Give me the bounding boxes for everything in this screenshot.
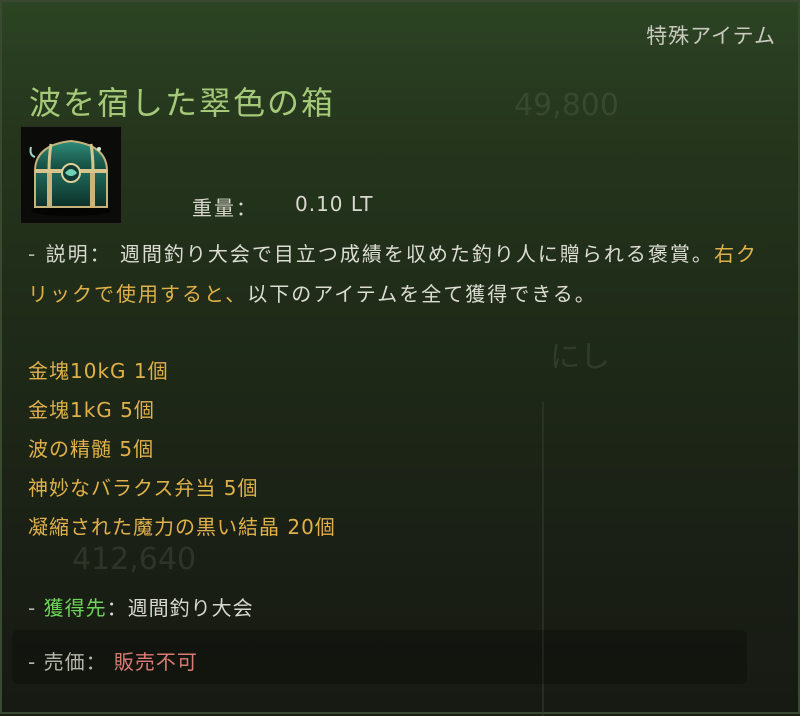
source-value: ：週間釣り大会 [106,596,254,620]
background-ghost-text: にし [550,340,610,375]
weight-value: 0.10 LT [295,192,374,216]
content-item: 凝縮された魔力の黒い結晶 20個 [28,515,336,539]
source-prefix: - [28,596,44,620]
content-item: 神妙なバラクス弁当 5個 [28,476,259,500]
source-label: 獲得先 [43,596,107,620]
weight-label: 重量： [192,196,258,220]
item-tooltip: 49,800 にし 412,640 特殊アイテム 波を宿した翠色の箱 重量： 0… [0,0,800,716]
contents-list: 金塊10kG 1個 金塊1kG 5個 波の精髄 5個 神妙なバラクス弁当 5個 … [28,352,336,547]
price-value: 販売不可 [106,650,198,674]
background-ghost-text: 49,800 [514,88,619,123]
content-item: 金塊10kG 1個 [28,359,169,383]
item-description: - 説明： 週間釣り大会で目立つ成績を収めた釣り人に贈られる褒賞。右クリックで使… [28,234,768,314]
content-item: 金塊1kG 5個 [28,398,155,422]
description-label: 説明： [45,242,112,266]
description-text: 週間釣り大会で目立つ成績を収めた釣り人に贈られる褒賞。 [111,242,714,266]
acquisition-source: - 獲得先：週間釣り大会 [28,592,254,621]
sell-price: - 売価： 販売不可 [28,646,198,675]
content-item: 波の精髄 5個 [28,437,155,461]
description-prefix: - [28,242,46,266]
item-title: 波を宿した翠色の箱 [29,84,336,122]
price-label: 売価： [43,650,107,674]
item-category: 特殊アイテム [646,24,776,48]
price-prefix: - [28,650,44,674]
background-ghost-text: 412,640 [72,542,197,577]
emerald-treasure-chest-icon [20,126,122,224]
description-result-text: 以下のアイテムを全て獲得できる。 [247,282,597,306]
